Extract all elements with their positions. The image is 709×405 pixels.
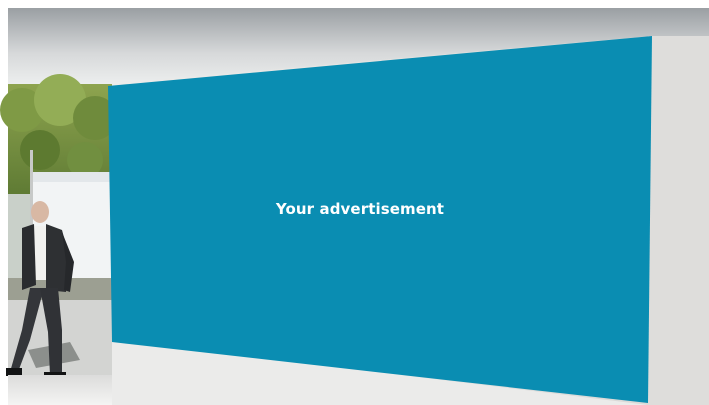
floor: [8, 375, 112, 405]
advertisement-text: Your advertisement: [275, 200, 445, 218]
advertisement-scene: Your advertisement: [0, 0, 709, 405]
right-wall: [648, 36, 709, 405]
advertisement-panel: [108, 36, 652, 403]
